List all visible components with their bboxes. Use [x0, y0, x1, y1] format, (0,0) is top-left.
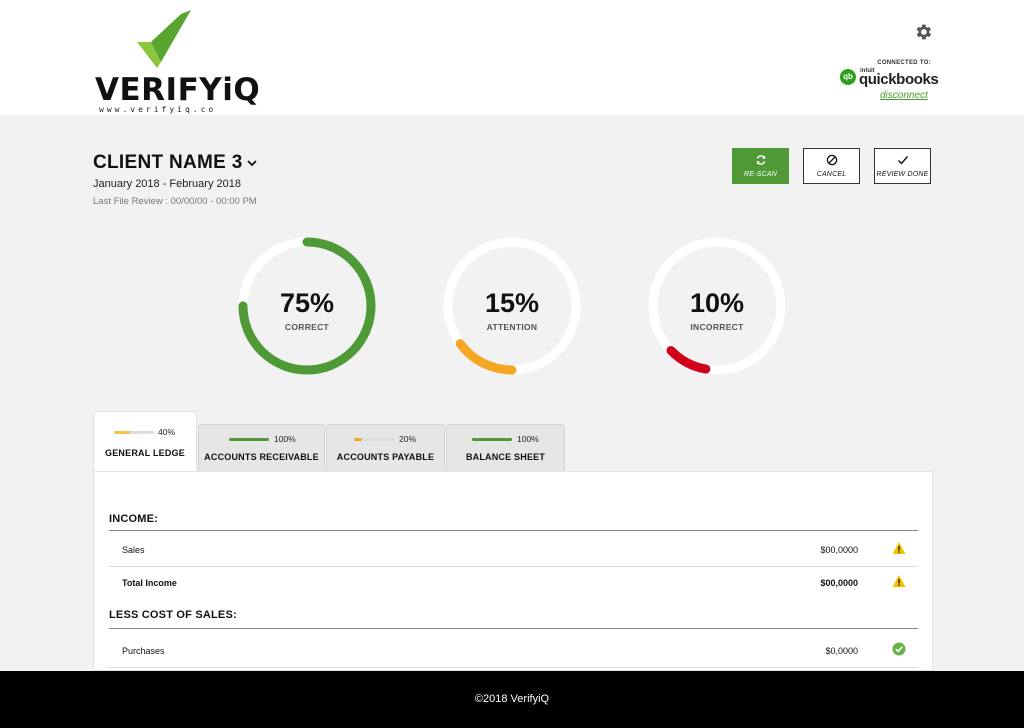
- disconnect-link[interactable]: disconnect: [880, 90, 928, 101]
- quickbooks-icon: qb: [840, 69, 856, 85]
- tab-label: ACCOUNTS PAYABLE: [336, 452, 435, 462]
- gauge-value: 10%: [689, 288, 745, 318]
- connected-label: CONNECTED TO:: [877, 60, 931, 66]
- gauge-incorrect: 10% INCORRECT: [647, 236, 787, 376]
- chevron-down-icon[interactable]: [246, 157, 258, 169]
- client-date-range: January 2018 - February 2018: [93, 178, 241, 190]
- row-amount: $00,0000: [820, 578, 858, 588]
- tab-progress-percent: 20%: [399, 434, 417, 444]
- tab-progress-percent: 100%: [274, 434, 296, 444]
- row-divider: [109, 667, 918, 668]
- copyright-text: ©2018 VerifyiQ: [474, 693, 550, 705]
- gauge-label: ATTENTION: [486, 322, 538, 332]
- tab-progress-fill: [229, 438, 269, 441]
- cost-of-sales-section-title: LESS COST OF SALES:: [109, 609, 237, 621]
- warning-icon[interactable]: [892, 541, 906, 555]
- last-file-review: Last File Review : 00/00/00 - 00:00 PM: [93, 196, 257, 207]
- verifyiq-logo[interactable]: VERIFYiQ www.verifyiq.co: [95, 10, 260, 114]
- row-label: Total Income: [122, 578, 177, 588]
- logo-wordmark: VERIFYiQ: [95, 72, 261, 108]
- tab-label: ACCOUNTS RECEIVABLE: [204, 452, 319, 462]
- footer: ©2018 VerifyiQ: [0, 671, 1024, 728]
- checkmark-logo-icon: [137, 10, 191, 68]
- income-section-title: INCOME:: [109, 513, 159, 525]
- tab-progress-fill: [114, 431, 130, 434]
- quickbooks-logo: qb intuit quickbooks: [840, 68, 939, 88]
- row-amount: $0,0000: [825, 646, 858, 656]
- tab-progress-bar: [472, 438, 512, 441]
- cancel-label: CANCEL: [816, 171, 847, 178]
- report-panel: INCOME: Sales $00,0000 Total Income $00,…: [93, 471, 933, 671]
- gauge-value: 15%: [484, 288, 540, 318]
- row-divider: [109, 566, 918, 567]
- check-circle-icon[interactable]: [892, 642, 906, 656]
- section-divider: [109, 628, 918, 629]
- tab-progress-percent: 100%: [517, 434, 539, 444]
- quickbooks-wordmark: quickbooks: [859, 71, 939, 88]
- gauge-label: CORRECT: [284, 322, 330, 332]
- tab-progress-bar: [354, 438, 394, 441]
- warning-icon[interactable]: [892, 574, 906, 588]
- row-amount: $00,0000: [820, 545, 858, 555]
- rescan-label: RE-SCAN: [744, 171, 777, 178]
- logo-url: www.verifyiq.co: [99, 105, 217, 114]
- cancel-button[interactable]: CANCEL: [803, 148, 860, 184]
- gear-icon[interactable]: [913, 22, 933, 42]
- tab-progress-fill: [472, 438, 512, 441]
- gauge-label: INCORRECT: [690, 322, 744, 332]
- gauge-attention: 15% ATTENTION: [442, 236, 582, 376]
- tab-accounts-receivable[interactable]: 100% ACCOUNTS RECEIVABLE: [198, 424, 325, 472]
- tab-general-ledge[interactable]: 40% GENERAL LEDGE: [93, 411, 197, 472]
- tab-accounts-payable[interactable]: 20% ACCOUNTS PAYABLE: [326, 424, 445, 472]
- refresh-icon: [756, 155, 765, 165]
- gauge-correct: 75% CORRECT: [237, 236, 377, 376]
- row-label: Sales: [122, 545, 145, 555]
- check-icon: [897, 156, 908, 165]
- tab-balance-sheet[interactable]: 100% BALANCE SHEET: [446, 424, 565, 472]
- tab-progress-bar: [229, 438, 269, 441]
- tab-progress-percent: 40%: [158, 427, 176, 437]
- rescan-button[interactable]: RE-SCAN: [732, 148, 789, 184]
- row-label: Purchases: [122, 646, 165, 656]
- tab-progress-bar: [114, 431, 154, 434]
- review-done-label: REVIEW DONE: [876, 171, 929, 178]
- client-name-title: CLIENT NAME 3: [93, 152, 243, 173]
- gauge-value: 75%: [279, 288, 335, 318]
- app-header: VERIFYiQ www.verifyiq.co CONNECTED TO: q…: [0, 0, 1024, 115]
- review-done-button[interactable]: REVIEW DONE: [874, 148, 931, 184]
- tab-progress-fill: [354, 438, 362, 441]
- section-divider: [109, 530, 918, 531]
- tab-label: BALANCE SHEET: [465, 452, 546, 462]
- tab-label: GENERAL LEDGE: [105, 448, 185, 458]
- cancel-icon: [826, 154, 837, 166]
